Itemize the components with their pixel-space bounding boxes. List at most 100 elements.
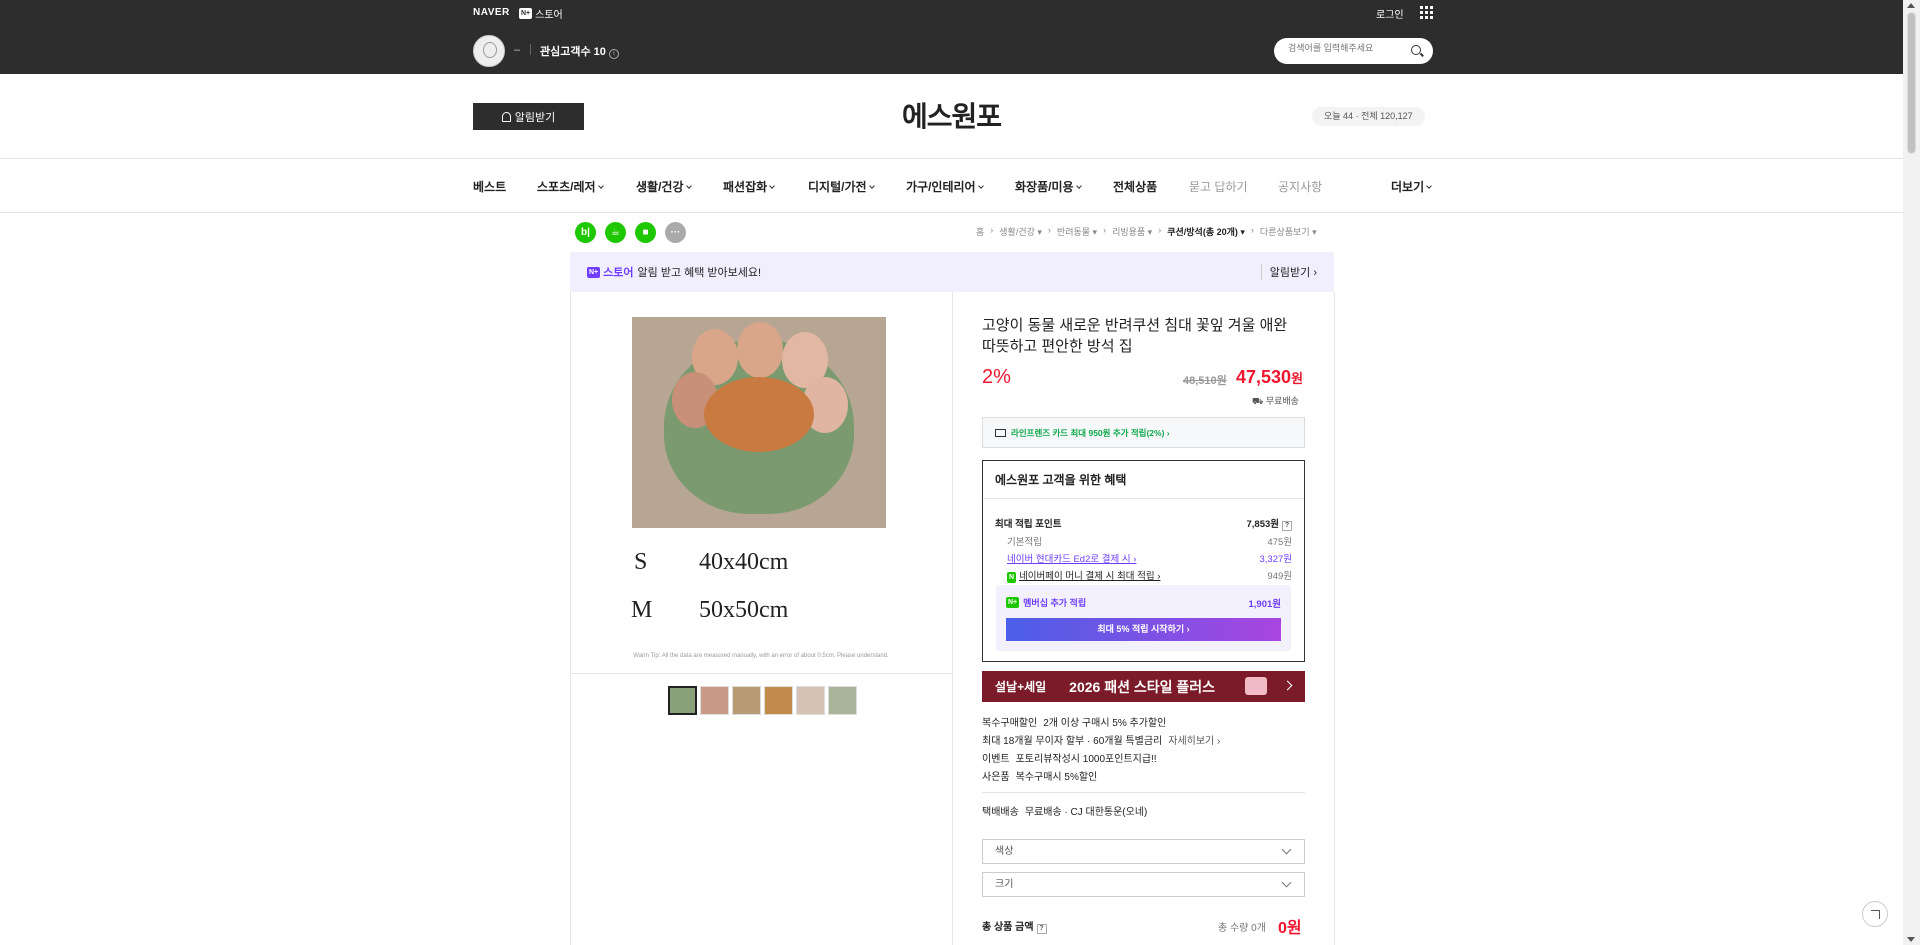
size-m-value: 50x50cm: [699, 597, 789, 623]
npay-label[interactable]: N 네이버페이 머니 결제 시 최대 적립 ›: [995, 568, 1160, 583]
benefit-info-row: 사은품 복수구매시 5%할인: [982, 768, 1097, 783]
sale-banner-tag: 설날+세일: [995, 680, 1047, 694]
size-select[interactable]: 크기: [982, 872, 1305, 897]
petal: [737, 322, 783, 378]
hyundai-card-row[interactable]: 네이버 현대카드 Ed2로 결제 시 › 3,327원: [995, 551, 1292, 565]
divider: [570, 292, 571, 945]
breadcrumb-item[interactable]: 리빙용품 ▾: [1112, 225, 1152, 238]
nstore-link[interactable]: N+ 스토어: [519, 6, 563, 21]
nav-item[interactable]: 묻고 답하기: [1189, 178, 1248, 195]
benefit-title: 에스원포 고객을 위한 혜택: [995, 473, 1127, 487]
store-avatar: [473, 35, 505, 67]
nav-item[interactable]: 스포츠/레저: [537, 178, 604, 195]
breadcrumb-item[interactable]: 반려동물 ▾: [1057, 225, 1097, 238]
info-v: 복수구매시 5%할인: [1015, 772, 1098, 783]
scroll-up-icon[interactable]: [1907, 3, 1915, 8]
nav-item[interactable]: 공지사항: [1278, 178, 1322, 195]
discount-rate: 2%: [982, 366, 1011, 388]
card-benefit[interactable]: 라인프렌즈 카드 최대 950원 추가 적립(2%) ›: [982, 417, 1305, 448]
product-thumbnail[interactable]: [668, 686, 697, 715]
breadcrumb-item[interactable]: 쿠션/방석(총 20개) ▾: [1167, 225, 1245, 238]
divider: [530, 44, 531, 55]
benefit-box: 에스원포 고객을 위한 혜택 최대 적립 포인트 7,853원? 기본적립 47…: [982, 460, 1305, 662]
divider: [571, 673, 952, 674]
hyundai-card-label[interactable]: 네이버 현대카드 Ed2로 결제 시 ›: [995, 551, 1136, 565]
product-thumbnail[interactable]: [764, 686, 793, 715]
nav-item[interactable]: 가구/인테리어: [906, 178, 984, 195]
chevron-down-icon: [1426, 183, 1432, 189]
share-icon[interactable]: [1862, 901, 1888, 927]
search-box[interactable]: [1274, 38, 1433, 64]
breadcrumb: 홈 › 생활/건강 ▾ › 반려동물 ▾ › 리빙용품 ▾ › 쿠션/방석(총 20개) ▾ › 다…: [976, 225, 1317, 238]
breadcrumb-separator: ›: [1103, 225, 1107, 235]
info-k: 사은품: [982, 772, 1010, 783]
cafe-share-icon[interactable]: ☕: [605, 222, 626, 243]
more-icon[interactable]: ···: [665, 222, 686, 243]
nav-item-label: 패션잡화: [723, 180, 768, 194]
naver-logo[interactable]: NAVER: [473, 7, 510, 18]
breadcrumb-item[interactable]: 생활/건강 ▾: [999, 225, 1042, 238]
product-thumbnail[interactable]: [732, 686, 761, 715]
nav-item[interactable]: 베스트: [473, 178, 506, 195]
blog-share-icon[interactable]: b|: [575, 222, 596, 243]
bookmark-icon[interactable]: ■: [635, 222, 656, 243]
card-benefit-text: 라인프렌즈 카드 최대 950원 추가 적립(2%) ›: [1011, 427, 1170, 438]
sale-banner[interactable]: 설날+세일 2026 패션 스타일 플러스: [982, 671, 1305, 702]
nav-item-label: 가구/인테리어: [906, 180, 976, 194]
product-photo: [632, 317, 886, 528]
scroll-down-icon[interactable]: [1907, 937, 1915, 942]
help-icon[interactable]: ?: [1282, 521, 1292, 531]
promo-banner[interactable]: N+ 스토어 알림 받고 혜택 받아보세요! 알림받기 ›: [570, 252, 1334, 292]
product-thumbnail[interactable]: [700, 686, 729, 715]
search-icon[interactable]: [1411, 45, 1421, 55]
nav-item[interactable]: 더보기: [1391, 178, 1432, 195]
product-title: 고양이 동물 새로운 반려쿠션 침대 꽃잎 겨울 애완 따뜻하고 편안한 방석 …: [982, 317, 1288, 355]
chevron-down-icon: [769, 183, 776, 189]
divider: [952, 292, 953, 945]
chevron-down-icon: [977, 183, 984, 189]
top-bar: [0, 0, 1903, 74]
sale-price-value: 47,530: [1236, 367, 1292, 387]
help-icon[interactable]: ?: [1036, 924, 1047, 934]
membership-label-text: 멤버십 추가 적립: [1023, 598, 1087, 608]
max-point-row: 최대 적립 포인트 7,853원?: [995, 516, 1292, 531]
nav-item[interactable]: 전체상품: [1113, 178, 1157, 195]
divider: [1334, 292, 1335, 945]
scrollbar-thumb[interactable]: [1907, 12, 1916, 154]
nav-item-label: 공지사항: [1278, 180, 1323, 194]
color-select[interactable]: 색상: [982, 839, 1305, 864]
divider: [982, 792, 1305, 793]
nav-item[interactable]: 화장품/미용: [1015, 178, 1082, 195]
nstore-label: 스토어: [535, 10, 563, 21]
original-price: 48,510원: [1183, 375, 1227, 387]
nav-item[interactable]: 디지털/가전: [808, 178, 875, 195]
nplus-icon: N+: [1006, 597, 1020, 608]
store-title[interactable]: 에스원포: [0, 95, 1903, 135]
share-icons: b| ☕ ■ ···: [575, 222, 686, 243]
info-v: 2개 이상 구매시 5% 추가할인: [1043, 718, 1167, 729]
npay-value: 949원: [1267, 571, 1292, 582]
nstore-promo-logo: N+ 스토어: [587, 264, 634, 280]
scrollbar[interactable]: [1903, 0, 1920, 945]
npay-row[interactable]: N 네이버페이 머니 결제 시 최대 적립 › 949원: [995, 568, 1292, 583]
membership-start-button[interactable]: 최대 5% 적립 시작하기 ›: [1006, 618, 1281, 641]
basic-point-value: 475원: [1267, 537, 1292, 548]
info-k: 최대 18개월 무이자 할부 · 60개월 특별금리: [982, 736, 1163, 747]
total-price: 0원: [1278, 920, 1302, 937]
nav-item[interactable]: 패션잡화: [723, 178, 776, 195]
breadcrumb-item[interactable]: 홈: [976, 225, 984, 238]
breadcrumb-item[interactable]: 다른상품보기 ▾: [1260, 225, 1317, 238]
nav-item[interactable]: 생활/건강: [636, 178, 692, 195]
promo-alarm-link[interactable]: 알림받기 ›: [1260, 264, 1317, 280]
nav-item-label: 전체상품: [1113, 180, 1158, 194]
nav-item-label: 베스트: [473, 180, 507, 194]
breadcrumb-separator: ›: [1250, 225, 1254, 235]
search-input[interactable]: [1288, 43, 1403, 53]
product-thumbnail[interactable]: [828, 686, 857, 715]
product-thumbnail[interactable]: [796, 686, 825, 715]
apps-grid-icon[interactable]: [1420, 6, 1433, 19]
info-link[interactable]: 자세히보기 ›: [1168, 732, 1220, 747]
info-icon[interactable]: i: [608, 49, 619, 59]
nstore-badge: N+: [519, 8, 533, 19]
login-link[interactable]: 로그인: [1376, 6, 1404, 21]
